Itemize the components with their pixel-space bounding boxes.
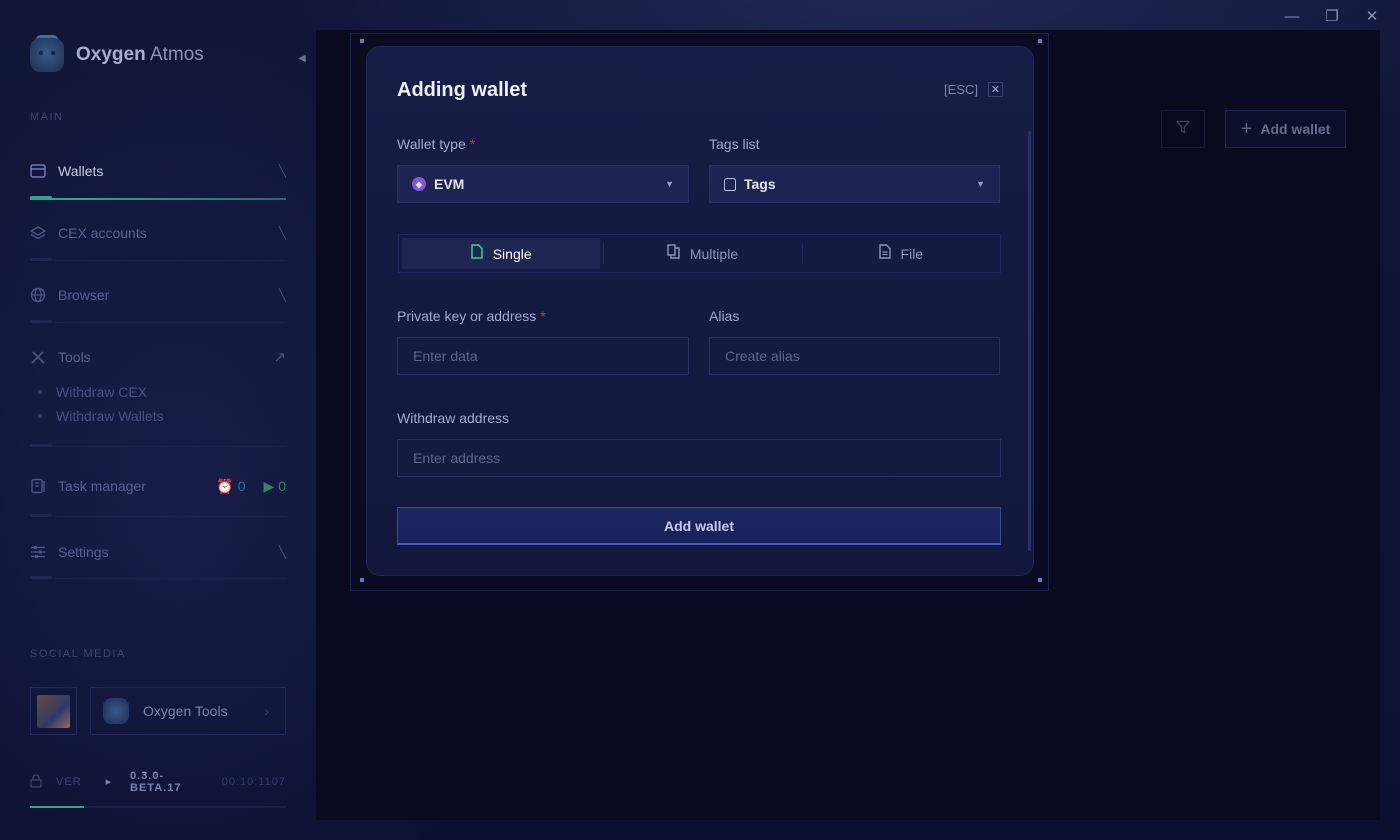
file-icon bbox=[470, 244, 483, 263]
oxygen-tools-link[interactable]: Oxygen Tools › bbox=[90, 687, 286, 735]
private-key-input[interactable] bbox=[397, 337, 689, 375]
brand[interactable]: Oxygen Atmos bbox=[30, 35, 204, 72]
task-counts: ⏰ 0 ▶ 0 bbox=[216, 478, 286, 495]
sidebar-item-label: Task manager bbox=[58, 478, 146, 494]
collapse-sidebar-button[interactable]: ◀ bbox=[287, 30, 317, 86]
version-progress bbox=[30, 806, 286, 808]
sidebar: Oxygen Atmos MAIN Wallets ╲ CEX accounts… bbox=[0, 0, 316, 840]
running-count: ▶ 0 bbox=[263, 477, 286, 494]
version-value: 0.3.0- BETA.17 bbox=[130, 770, 182, 794]
caret-down-icon: ▼ bbox=[976, 179, 985, 189]
frame-corner bbox=[1038, 39, 1042, 43]
sidebar-item-browser[interactable]: Browser ╲ bbox=[30, 280, 286, 310]
social-card-label: Oxygen Tools bbox=[143, 703, 228, 719]
sidebar-item-label: Wallets bbox=[58, 163, 104, 179]
chevron-right-icon: › bbox=[264, 703, 269, 719]
main-section-label: MAIN bbox=[30, 111, 64, 123]
sidebar-item-wallets[interactable]: Wallets ╲ bbox=[30, 156, 286, 186]
tab-multiple[interactable]: Multiple bbox=[603, 235, 801, 272]
arrow-up-right-icon: ↗ bbox=[273, 349, 286, 366]
wallet-type-label: Wallet type * bbox=[397, 136, 476, 152]
oxygen-logo-icon bbox=[103, 698, 129, 724]
sidebar-item-task-manager[interactable]: Task manager ⏰ 0 ▶ 0 bbox=[30, 471, 286, 501]
nav-divider-active bbox=[30, 196, 286, 200]
caret-down-icon: ▼ bbox=[665, 179, 674, 189]
modal-title: Adding wallet bbox=[397, 79, 527, 101]
nav-divider bbox=[30, 444, 286, 447]
ethereum-icon: ◆ bbox=[412, 177, 426, 191]
tag-icon bbox=[724, 177, 736, 191]
sidebar-item-label: Tools bbox=[58, 349, 91, 365]
scheduled-count: ⏰ 0 bbox=[216, 477, 246, 494]
tags-select[interactable]: Tags ▼ bbox=[709, 165, 1000, 203]
lock-icon bbox=[30, 773, 42, 791]
play-small-icon: ▶ bbox=[105, 779, 113, 786]
alias-label: Alias bbox=[709, 308, 740, 324]
tags-value: Tags bbox=[744, 176, 776, 192]
slash-icon: ╲ bbox=[278, 164, 286, 178]
tools-icon bbox=[30, 349, 46, 365]
restore-icon[interactable]: ❐ bbox=[1312, 6, 1352, 26]
withdraw-address-input[interactable] bbox=[397, 439, 1001, 477]
oxygen-logo-icon bbox=[30, 35, 64, 72]
submit-add-wallet-button[interactable]: Add wallet bbox=[397, 507, 1001, 545]
sidebar-item-label: Browser bbox=[58, 287, 110, 303]
frame-corner bbox=[360, 578, 364, 582]
tags-list-label: Tags list bbox=[709, 136, 760, 152]
uptime-value: 00:10:1107 bbox=[221, 776, 286, 788]
nav-divider bbox=[30, 514, 286, 517]
nav-divider bbox=[30, 576, 286, 579]
avatar-button[interactable] bbox=[30, 687, 77, 735]
version-label: VER bbox=[56, 776, 82, 788]
tab-single[interactable]: Single bbox=[402, 238, 601, 269]
layers-icon bbox=[30, 225, 46, 241]
wallet-type-select[interactable]: ◆ EVM ▼ bbox=[397, 165, 689, 203]
sliders-icon bbox=[30, 544, 46, 560]
social-row: Oxygen Tools › bbox=[30, 687, 286, 735]
window-controls: — ❐ ✕ bbox=[1272, 6, 1392, 26]
caret-left-icon: ◀ bbox=[298, 52, 306, 64]
avatar bbox=[37, 694, 70, 728]
esc-close[interactable]: [ESC] ✕ bbox=[944, 82, 1003, 97]
close-icon[interactable]: ✕ bbox=[1352, 6, 1392, 26]
slash-icon: ╲ bbox=[278, 545, 286, 559]
private-key-label: Private key or address * bbox=[397, 308, 546, 324]
play-icon: ▶ bbox=[263, 477, 275, 494]
document-icon bbox=[878, 244, 891, 263]
mode-segmented-control: Single Multiple File bbox=[398, 234, 1001, 273]
withdraw-address-label: Withdraw address bbox=[397, 410, 510, 426]
slash-icon: ╲ bbox=[278, 226, 286, 240]
add-wallet-modal: Adding wallet [ESC] ✕ Wallet type * ◆ EVM… bbox=[366, 46, 1034, 576]
sidebar-item-label: CEX accounts bbox=[58, 225, 147, 241]
slash-icon: ╲ bbox=[278, 288, 286, 302]
frame-corner bbox=[1038, 578, 1042, 582]
nav-divider bbox=[30, 320, 286, 323]
alias-input[interactable] bbox=[709, 337, 1000, 375]
frame-corner bbox=[360, 39, 364, 43]
sidebar-item-label: Settings bbox=[58, 544, 109, 560]
nav-divider bbox=[30, 258, 286, 261]
tab-file[interactable]: File bbox=[801, 235, 1000, 272]
sidebar-subitem-withdraw-cex[interactable]: Withdraw CEX bbox=[38, 384, 147, 400]
esc-label: [ESC] bbox=[944, 82, 978, 97]
minimize-icon[interactable]: — bbox=[1272, 6, 1312, 26]
files-icon bbox=[667, 244, 680, 263]
clipboard-icon bbox=[30, 478, 46, 494]
sidebar-item-cex-accounts[interactable]: CEX accounts ╲ bbox=[30, 218, 286, 248]
globe-icon bbox=[30, 287, 46, 303]
version-row: VER ▶ 0.3.0- BETA.17 00:10:1107 bbox=[30, 770, 286, 794]
sidebar-item-settings[interactable]: Settings ╲ bbox=[30, 537, 286, 567]
social-media-label: SOCIAL MEDIA bbox=[30, 648, 126, 660]
modal-scrollbar[interactable] bbox=[1028, 131, 1031, 551]
sidebar-item-tools[interactable]: Tools ↗ bbox=[30, 342, 286, 372]
sidebar-subitem-withdraw-wallets[interactable]: Withdraw Wallets bbox=[38, 408, 164, 424]
close-icon[interactable]: ✕ bbox=[988, 82, 1003, 97]
alarm-icon: ⏰ bbox=[216, 477, 234, 494]
brand-name: Oxygen Atmos bbox=[76, 44, 204, 65]
wallet-type-value: EVM bbox=[434, 176, 465, 192]
wallet-icon bbox=[30, 163, 46, 179]
